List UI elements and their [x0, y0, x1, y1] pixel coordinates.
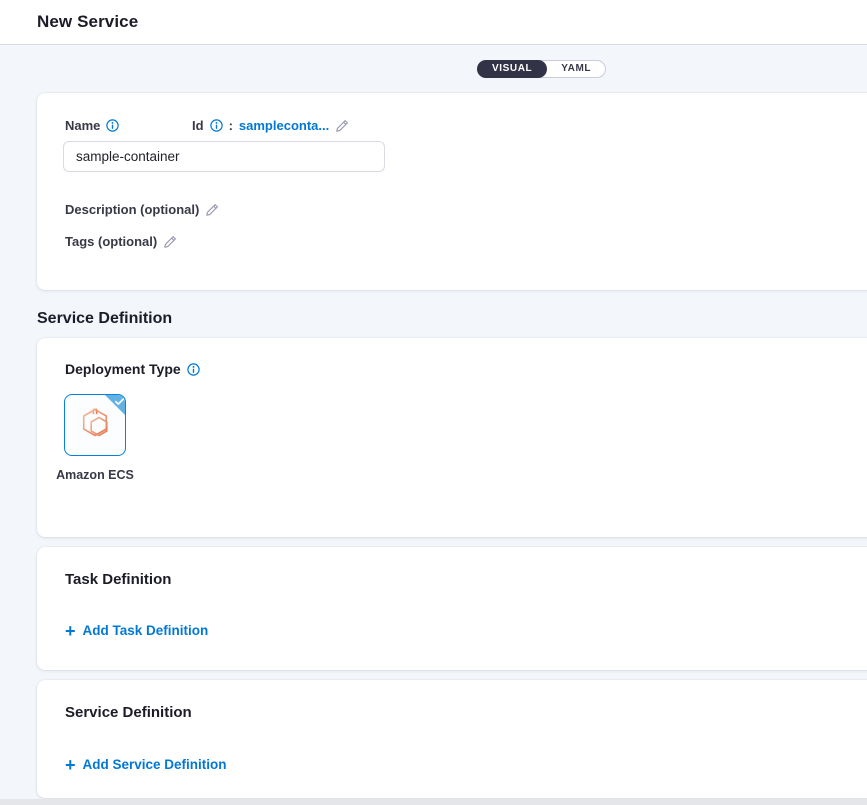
plus-icon: + [65, 758, 76, 772]
amazon-ecs-icon [78, 406, 112, 445]
service-definition-section-title: Service Definition [37, 310, 172, 328]
service-name-input[interactable] [63, 141, 385, 172]
add-service-definition-label: Add Service Definition [83, 757, 227, 772]
amazon-ecs-tile[interactable] [64, 394, 126, 456]
bottom-scroll-edge [0, 799, 867, 805]
id-row: Id : sampleconta... [192, 118, 349, 133]
check-icon [114, 396, 125, 407]
id-value-link[interactable]: sampleconta... [239, 118, 329, 133]
add-service-definition-button[interactable]: + Add Service Definition [65, 757, 227, 772]
edit-tags-icon[interactable] [163, 235, 177, 249]
id-label: Id [192, 118, 204, 133]
name-label-row: Name [65, 118, 119, 133]
deployment-type-info-icon[interactable] [187, 363, 200, 376]
amazon-ecs-tile-label: Amazon ECS [55, 468, 135, 484]
name-info-icon[interactable] [106, 119, 119, 132]
service-overview-card: Name Id : sampleconta... Description (op… [37, 93, 867, 290]
deployment-type-label-row: Deployment Type [65, 361, 200, 377]
id-info-icon[interactable] [210, 119, 223, 132]
id-colon: : [229, 118, 233, 133]
plus-icon: + [65, 624, 76, 638]
add-task-definition-button[interactable]: + Add Task Definition [65, 623, 208, 638]
deployment-type-label: Deployment Type [65, 361, 181, 377]
visual-yaml-toggle[interactable]: VISUAL YAML [477, 60, 606, 78]
toggle-visual[interactable]: VISUAL [477, 60, 547, 78]
tags-label: Tags (optional) [65, 234, 157, 249]
service-definition-card: Service Definition + Add Service Definit… [37, 680, 867, 798]
toggle-yaml[interactable]: YAML [547, 61, 605, 77]
description-row: Description (optional) [65, 202, 219, 217]
deployment-type-card: Deployment Type Amazon ECS [37, 338, 867, 537]
task-definition-card: Task Definition + Add Task Definition [37, 547, 867, 670]
tags-row: Tags (optional) [65, 234, 177, 249]
task-definition-title: Task Definition [65, 571, 171, 588]
edit-id-icon[interactable] [335, 119, 349, 133]
page-header: New Service [0, 0, 867, 45]
description-label: Description (optional) [65, 202, 199, 217]
page-title: New Service [37, 12, 138, 32]
service-definition-title: Service Definition [65, 704, 192, 721]
add-task-definition-label: Add Task Definition [83, 623, 209, 638]
edit-description-icon[interactable] [205, 203, 219, 217]
name-label: Name [65, 118, 100, 133]
